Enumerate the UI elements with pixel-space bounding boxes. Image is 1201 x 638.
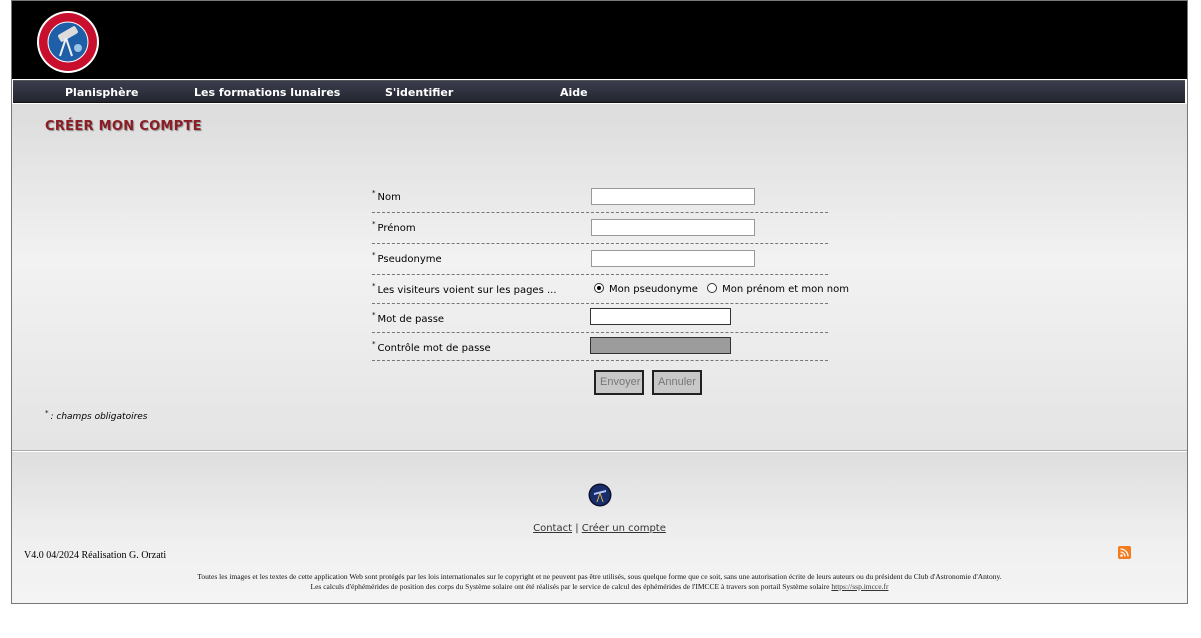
copyright-line-2-text: Les calculs d'éphémérides de position de… — [310, 582, 830, 591]
password-label-text: Mot de passe — [377, 314, 445, 325]
required-marker: * — [372, 251, 376, 259]
main-nav: Planisphère Les formations lunaires S'id… — [13, 80, 1185, 103]
pseudonyme-input[interactable] — [591, 250, 755, 267]
contact-link[interactable]: Contact — [533, 523, 572, 534]
cancel-button[interactable]: Annuler — [652, 370, 702, 395]
mandatory-note-text: : champs obligatoires — [50, 412, 148, 422]
copyright-line-1: Toutes les images et les textes de cette… — [197, 572, 1002, 581]
radio-pseudonyme-label[interactable]: Mon pseudonyme — [609, 284, 698, 295]
form-row-nom: * Nom — [372, 186, 828, 213]
password-confirm-input[interactable] — [590, 337, 731, 354]
prenom-input[interactable] — [591, 219, 755, 236]
required-marker: * — [372, 340, 376, 348]
footer: Contact | Créer un compte V4.0 04/2024 R… — [12, 452, 1187, 603]
required-marker: * — [372, 189, 376, 197]
crescent-moon-image — [1069, 11, 1128, 74]
main-content: CRÉER MON COMPTE * Nom * Prénom * Pseudonym… — [12, 104, 1187, 451]
nom-label: * Nom — [372, 189, 401, 203]
submit-button[interactable]: Envoyer — [594, 370, 644, 395]
copyright-line-2: Les calculs d'éphémérides de position de… — [12, 582, 1187, 592]
nav-item-login[interactable]: S'identifier — [385, 86, 453, 99]
password-input[interactable] — [590, 308, 731, 325]
required-marker: * — [372, 311, 376, 319]
visibility-radio-group: Mon pseudonyme Mon prénom et mon nom — [594, 283, 849, 295]
prenom-label-text: Prénom — [377, 223, 416, 234]
password-confirm-label: * Contrôle mot de passe — [372, 340, 491, 354]
footer-links: Contact | Créer un compte — [12, 523, 1187, 534]
version-credit: V4.0 04/2024 Réalisation G. Orzati — [24, 550, 167, 561]
nom-input[interactable] — [591, 188, 755, 205]
password-confirm-label-text: Contrôle mot de passe — [377, 343, 491, 354]
radio-prenom-nom[interactable] — [707, 283, 718, 293]
nav-item-formations-lunaires[interactable]: Les formations lunaires — [194, 86, 340, 99]
nom-label-text: Nom — [377, 192, 401, 203]
rss-icon[interactable] — [1118, 546, 1131, 559]
pseudo-label-text: Pseudonyme — [377, 254, 442, 265]
required-marker: * — [372, 282, 376, 290]
form-row-visibility: * Les visiteurs voient sur les pages ... … — [372, 279, 849, 304]
radio-prenom-nom-label[interactable]: Mon prénom et mon nom — [722, 284, 849, 295]
club-logo[interactable] — [36, 10, 100, 74]
create-account-link[interactable]: Créer un compte — [582, 523, 666, 534]
password-label: * Mot de passe — [372, 311, 445, 325]
header-banner — [12, 1, 1187, 79]
form-row-pseudonyme: * Pseudonyme — [372, 248, 828, 275]
radio-pseudonyme[interactable] — [594, 283, 604, 293]
telescope-icon — [588, 483, 612, 507]
pseudo-label: * Pseudonyme — [372, 251, 442, 265]
copyright-notice: Toutes les images et les textes de cette… — [12, 572, 1187, 592]
form-row-prenom: * Prénom — [372, 217, 828, 244]
required-marker: * — [45, 409, 49, 417]
visibility-label-text: Les visiteurs voient sur les pages ... — [377, 285, 557, 296]
form-row-password: * Mot de passe — [372, 308, 828, 333]
footer-link-separator: | — [575, 523, 579, 534]
visibility-label: * Les visiteurs voient sur les pages ... — [372, 282, 557, 296]
required-marker: * — [372, 220, 376, 228]
ssp-link[interactable]: https://ssp.imcce.fr — [831, 582, 888, 591]
mandatory-note: *: champs obligatoires — [45, 409, 148, 422]
page-frame: Planisphère Les formations lunaires S'id… — [11, 0, 1188, 604]
nav-item-planisphere[interactable]: Planisphère — [65, 86, 138, 99]
prenom-label: * Prénom — [372, 220, 416, 234]
nav-item-help[interactable]: Aide — [560, 86, 588, 99]
page-title: CRÉER MON COMPTE — [45, 119, 202, 134]
form-row-password-confirm: * Contrôle mot de passe — [372, 337, 828, 361]
